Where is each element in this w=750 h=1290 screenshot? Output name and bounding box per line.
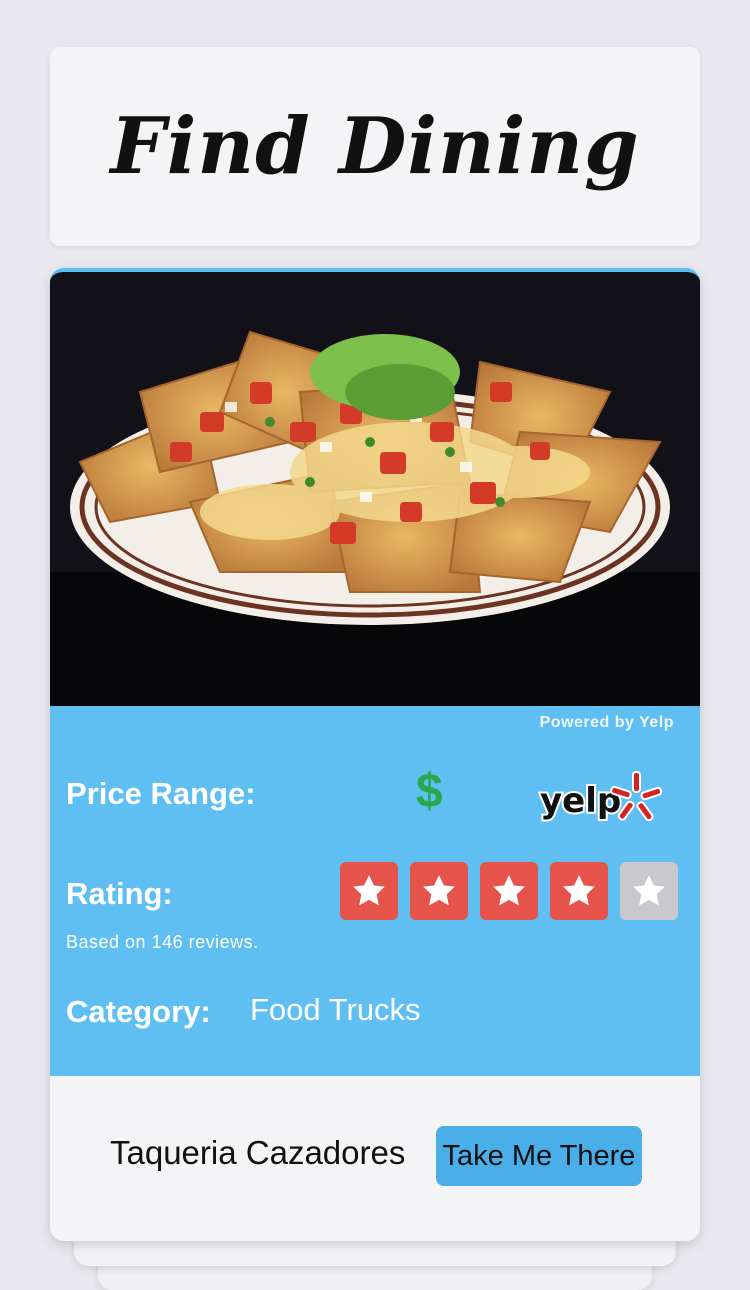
star-filled-icon	[340, 862, 398, 920]
star-filled-icon	[480, 862, 538, 920]
review-count: Based on 146 reviews.	[66, 932, 259, 952]
restaurant-info-panel: Powered by Yelp Price Range: $ yelp Rati…	[50, 706, 700, 1076]
header-card: Find Dining	[50, 47, 700, 246]
take-me-there-button[interactable]: Take Me There	[436, 1126, 642, 1186]
rating-label: Rating:	[66, 876, 173, 911]
star-filled-icon	[550, 862, 608, 920]
category-value: Food Trucks	[250, 992, 421, 1027]
yelp-logo[interactable]: yelp	[538, 768, 664, 832]
price-range-value: $	[416, 765, 443, 818]
powered-by-yelp[interactable]: Powered by Yelp	[540, 714, 674, 732]
card-footer: Taqueria Cazadores Take Me There	[50, 1076, 700, 1241]
star-empty-icon	[620, 862, 678, 920]
yelp-logo-icon: yelp	[538, 771, 663, 823]
restaurant-card[interactable]: Powered by Yelp Price Range: $ yelp Rati…	[50, 268, 700, 1241]
price-range-label: Price Range:	[66, 776, 256, 811]
nachos-image	[50, 272, 700, 706]
restaurant-photo	[50, 272, 700, 706]
app-title: Find Dining	[110, 101, 640, 192]
yelp-logo-text: yelp	[540, 781, 621, 821]
rating-stars	[340, 862, 678, 920]
restaurant-name: Taqueria Cazadores	[110, 1134, 406, 1171]
category-label: Category:	[66, 994, 211, 1029]
star-filled-icon	[410, 862, 468, 920]
